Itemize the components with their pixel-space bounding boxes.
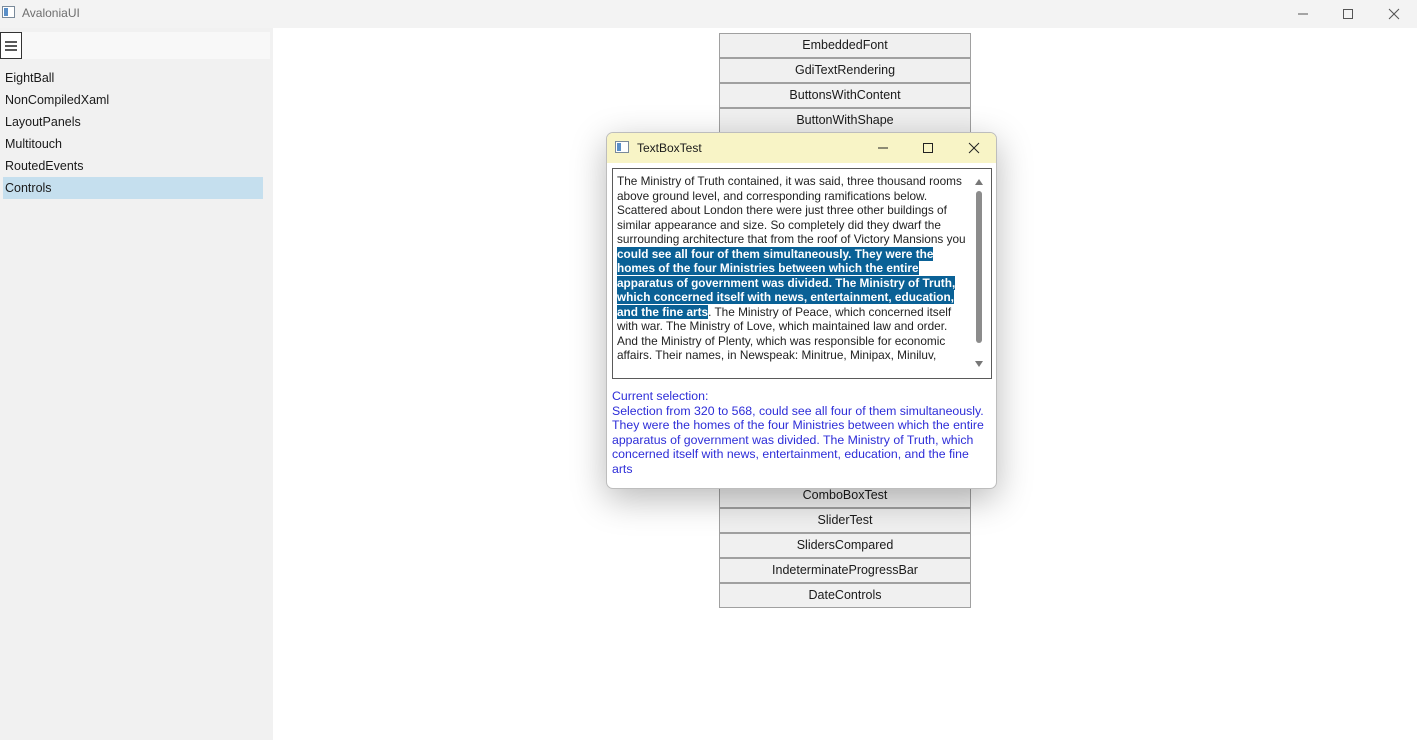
- dialog-titlebar[interactable]: TextBoxTest: [607, 133, 996, 163]
- buttonswithcontent-button[interactable]: ButtonsWithContent: [719, 83, 971, 108]
- dialog-minimize-button[interactable]: [861, 133, 905, 163]
- hamburger-button[interactable]: [0, 32, 22, 59]
- nav-list: EightBall NonCompiledXaml LayoutPanels M…: [3, 67, 263, 199]
- vertical-scrollbar[interactable]: [973, 175, 985, 371]
- maximize-icon: [923, 143, 933, 153]
- sidebar-item-noncompiledxaml[interactable]: NonCompiledXaml: [3, 89, 263, 111]
- minimize-icon: [1298, 13, 1308, 15]
- selection-info: Current selection: Selection from 320 to…: [612, 389, 992, 477]
- main-titlebar[interactable]: AvaloniaUI: [0, 0, 1417, 28]
- sidebar-item-eightball[interactable]: EightBall: [3, 67, 263, 89]
- maximize-icon: [1343, 9, 1353, 19]
- slidertest-button[interactable]: SliderTest: [719, 508, 971, 533]
- minimize-button[interactable]: [1280, 0, 1326, 28]
- demo-button-list-bottom: ComboBoxTest SliderTest SlidersCompared …: [719, 483, 971, 608]
- multiline-textbox[interactable]: The Ministry of Truth contained, it was …: [612, 168, 992, 379]
- selection-text: Selection from 320 to 568, could see all…: [612, 403, 984, 476]
- buttonwithshape-button[interactable]: ButtonWithShape: [719, 108, 971, 133]
- scrollbar-thumb[interactable]: [976, 191, 982, 343]
- textbox-text: The Ministry of Truth contained, it was …: [617, 174, 967, 363]
- close-icon: [968, 142, 980, 154]
- chevron-up-icon: [975, 179, 983, 185]
- scroll-up-button[interactable]: [974, 177, 984, 187]
- minimize-icon: [878, 147, 888, 149]
- chevron-down-icon: [975, 361, 983, 367]
- sidebar-item-routedevents[interactable]: RoutedEvents: [3, 155, 263, 177]
- dialog-close-button[interactable]: [952, 133, 996, 163]
- sliderscompared-button[interactable]: SlidersCompared: [719, 533, 971, 558]
- window-title: AvaloniaUI: [22, 6, 80, 20]
- gditextrendering-button[interactable]: GdiTextRendering: [719, 58, 971, 83]
- app-icon: [2, 6, 15, 18]
- dialog-title: TextBoxTest: [637, 141, 702, 155]
- dialog-maximize-button[interactable]: [906, 133, 950, 163]
- text-before-selection: The Ministry of Truth contained, it was …: [617, 174, 966, 246]
- selection-heading: Current selection:: [612, 389, 709, 403]
- close-icon: [1388, 8, 1400, 20]
- textboxtest-dialog[interactable]: TextBoxTest The Ministry of Truth contai…: [606, 132, 997, 489]
- close-button[interactable]: [1371, 0, 1417, 28]
- dialog-app-icon: [615, 141, 629, 153]
- hamburger-icon: [5, 40, 17, 51]
- sidebar-item-multitouch[interactable]: Multitouch: [3, 133, 263, 155]
- sidebar-item-controls[interactable]: Controls: [3, 177, 263, 199]
- demo-button-list-top: EmbeddedFont GdiTextRendering ButtonsWit…: [719, 33, 971, 133]
- indeterminateprogressbar-button[interactable]: IndeterminateProgressBar: [719, 558, 971, 583]
- embeddedfont-button[interactable]: EmbeddedFont: [719, 33, 971, 58]
- maximize-button[interactable]: [1325, 0, 1371, 28]
- sidebar-item-layoutpanels[interactable]: LayoutPanels: [3, 111, 263, 133]
- scroll-down-button[interactable]: [974, 359, 984, 369]
- pane-header: [0, 32, 270, 59]
- side-pane: EightBall NonCompiledXaml LayoutPanels M…: [0, 28, 273, 740]
- datecontrols-button[interactable]: DateControls: [719, 583, 971, 608]
